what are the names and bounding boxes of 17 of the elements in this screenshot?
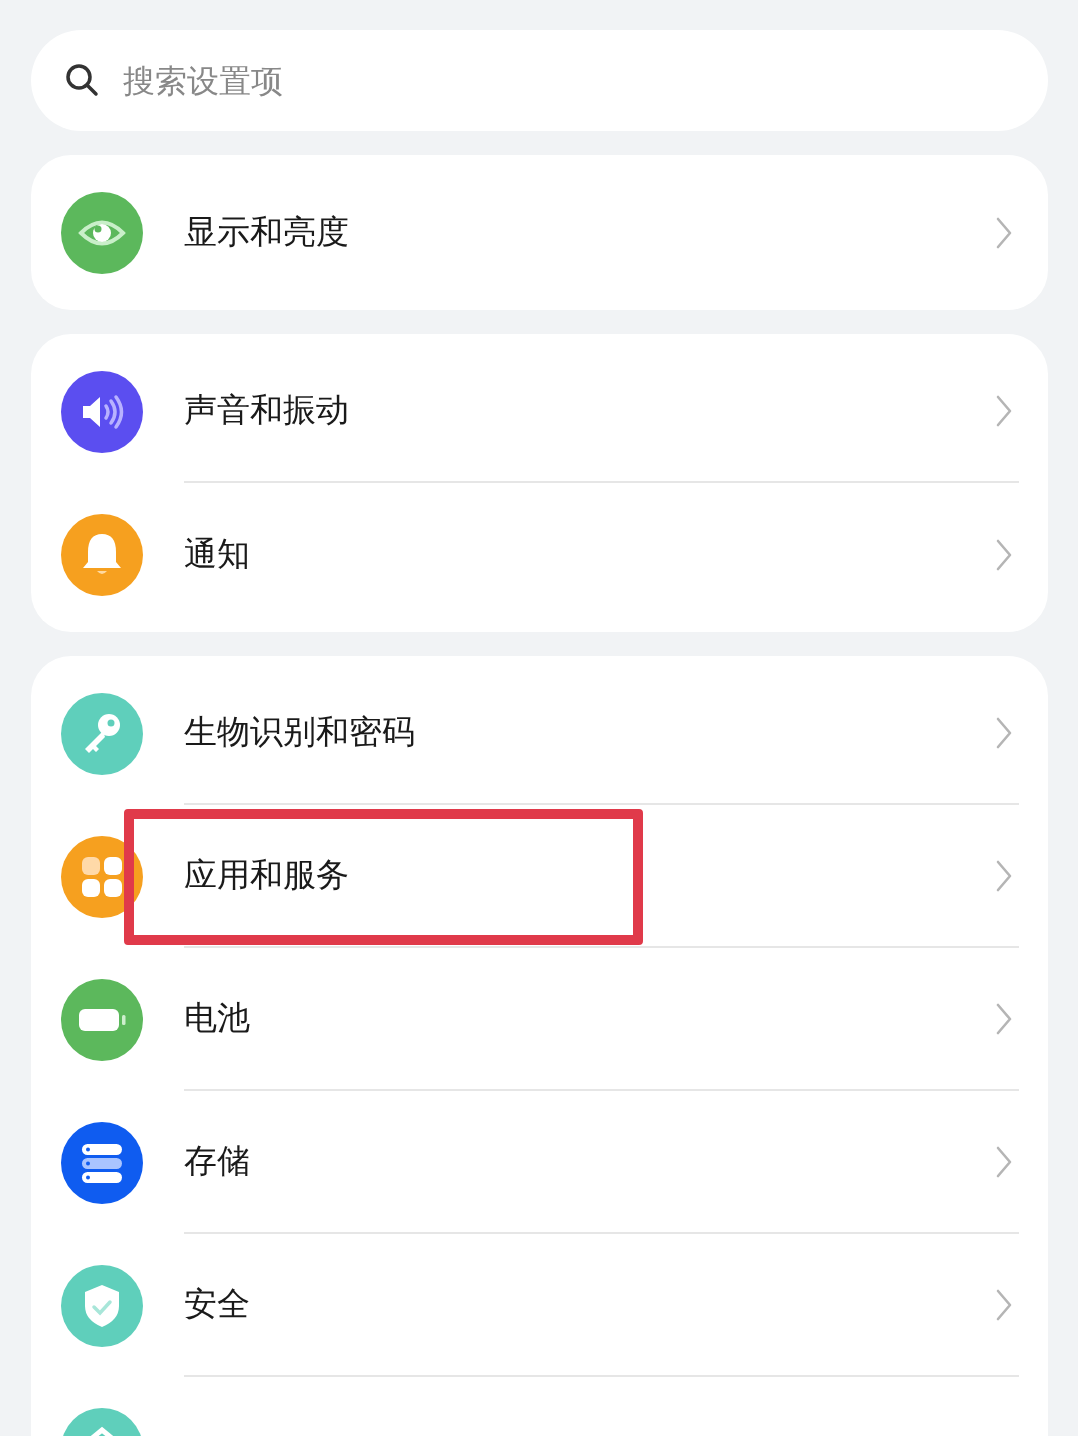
chevron-icon bbox=[995, 393, 1013, 428]
setting-label[interactable]: 显示和亮度 bbox=[184, 210, 349, 255]
setting-label[interactable]: 存储 bbox=[184, 1139, 250, 1184]
setting-label[interactable]: 电池 bbox=[184, 996, 250, 1041]
chevron-icon bbox=[995, 1144, 1013, 1179]
setting-label[interactable]: 应用和服务 bbox=[184, 853, 349, 898]
setting-label[interactable]: 生物识别和密码 bbox=[184, 710, 415, 755]
chevron-icon bbox=[995, 1001, 1013, 1036]
chevron-icon bbox=[995, 715, 1013, 750]
setting-label[interactable]: 声音和振动 bbox=[184, 388, 349, 433]
setting-label[interactable]: 通知 bbox=[184, 532, 250, 577]
search-field[interactable]: 搜索设置项 bbox=[31, 30, 1048, 131]
chevron-icon bbox=[995, 1287, 1013, 1322]
chevron-icon bbox=[995, 537, 1013, 572]
chevron-icon bbox=[995, 858, 1013, 893]
setting-label[interactable]: 安全 bbox=[184, 1282, 250, 1327]
chevron-icon bbox=[995, 215, 1013, 250]
